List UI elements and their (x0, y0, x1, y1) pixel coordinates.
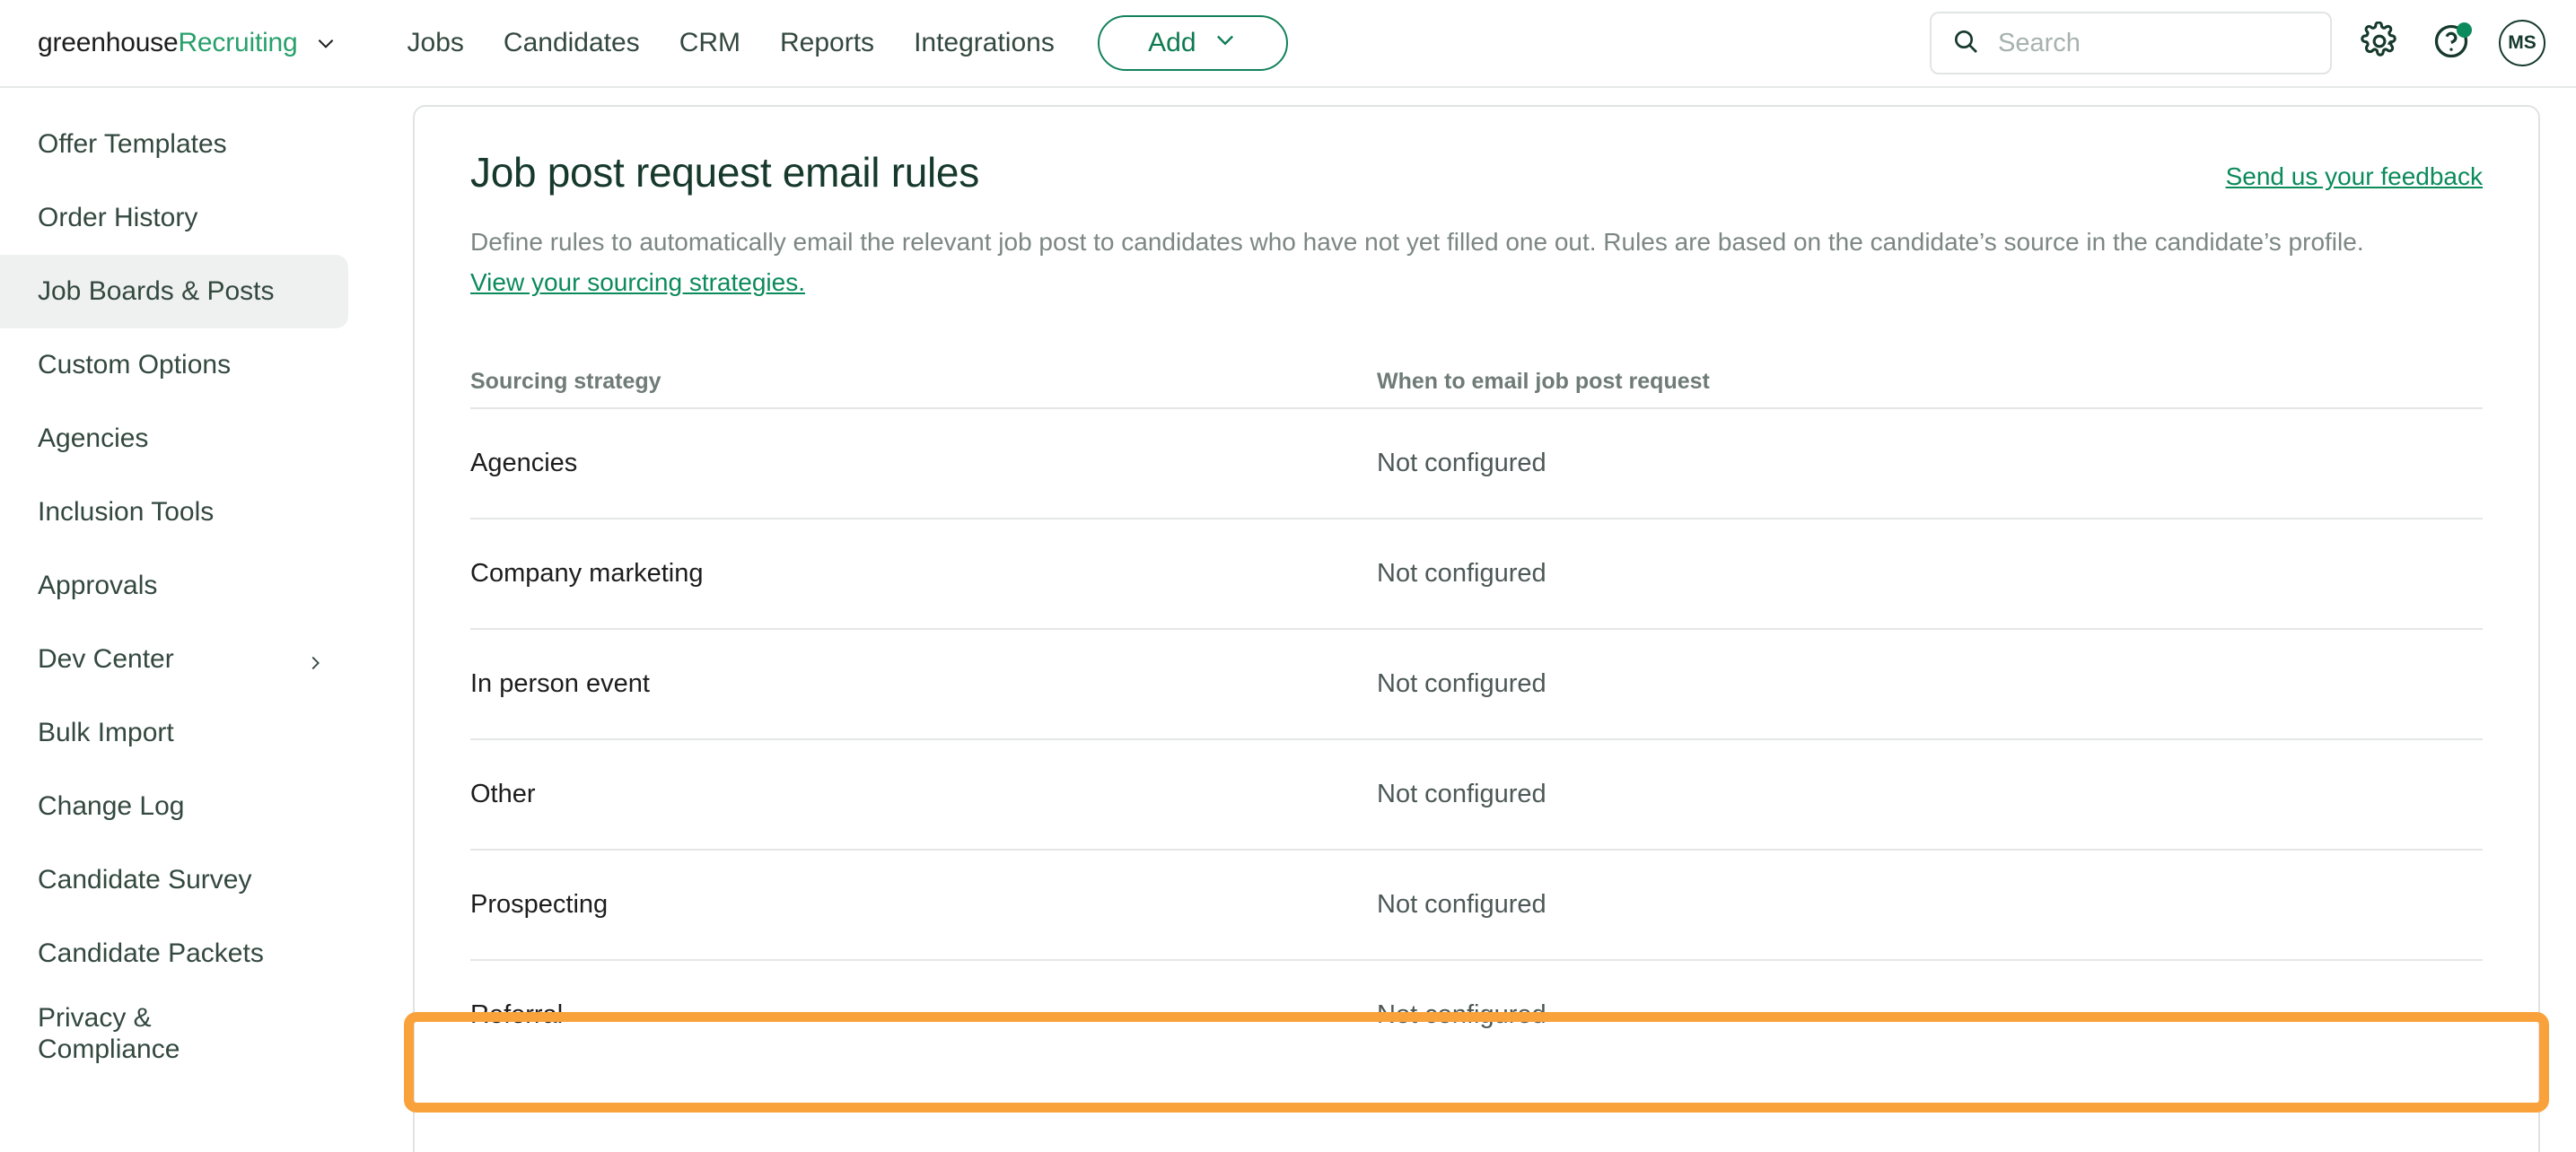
nav-link-crm[interactable]: CRM (679, 28, 740, 58)
view-sourcing-strategies-link[interactable]: View your sourcing strategies. (470, 268, 805, 296)
table-row[interactable]: Agencies Not configured (470, 406, 2483, 518)
cell-sourcing-strategy: Prospecting (470, 889, 609, 919)
sidebar-item-change-log[interactable]: Change Log (0, 770, 348, 843)
top-navigation-bar: greenhouseRecruiting Jobs Candidates CRM… (0, 0, 2576, 88)
cell-sourcing-strategy: Other (470, 779, 536, 808)
sidebar-item-approvals[interactable]: Approvals (0, 549, 348, 623)
notification-dot (2457, 22, 2472, 38)
help-button[interactable] (2427, 19, 2475, 67)
sidebar-item-agencies[interactable]: Agencies (0, 402, 348, 476)
table-row[interactable]: Prospecting Not configured (470, 848, 2483, 959)
sidebar: Offer Templates Order History Job Boards… (0, 88, 395, 1152)
search-icon (1951, 27, 1980, 60)
nav-right-cluster: MS (1930, 0, 2545, 86)
gear-icon (2360, 20, 2399, 65)
search-input[interactable] (1996, 27, 2310, 59)
cell-when-to-email: Not configured (1377, 668, 1546, 698)
chevron-down-icon[interactable] (314, 31, 337, 55)
avatar-initials: MS (2508, 32, 2537, 53)
sidebar-item-bulk-import[interactable]: Bulk Import (0, 696, 348, 770)
table-header-row: Sourcing strategy When to email job post… (470, 357, 2483, 407)
table-row-referral[interactable]: Referral Not configured (470, 958, 2483, 1069)
sidebar-item-label: Approvals (38, 571, 158, 601)
search-box[interactable] (1930, 12, 2332, 74)
sidebar-item-privacy-and-compliance[interactable]: Privacy & Compliance (0, 991, 348, 1077)
sidebar-item-label: Change Log (38, 791, 185, 822)
add-button[interactable]: Add (1097, 15, 1288, 71)
sidebar-item-label: Bulk Import (38, 718, 174, 748)
sidebar-item-label: Candidate Packets (38, 938, 264, 969)
page-description: Define rules to automatically email the … (415, 196, 2538, 303)
cell-when-to-email: Not configured (1377, 999, 1546, 1029)
brand-logo[interactable]: greenhouseRecruiting (38, 28, 337, 58)
page-title: Job post request email rules (470, 149, 979, 196)
page-description-text: Define rules to automatically email the … (470, 228, 2364, 256)
brand-name-primary: greenhouse (38, 28, 179, 57)
nav-link-candidates[interactable]: Candidates (504, 28, 640, 58)
sidebar-item-label: Custom Options (38, 350, 232, 380)
nav-link-integrations[interactable]: Integrations (914, 28, 1055, 58)
primary-nav-links: Jobs Candidates CRM Reports Integrations (407, 28, 1055, 58)
sidebar-item-inclusion-tools[interactable]: Inclusion Tools (0, 476, 348, 549)
email-rules-table: Sourcing strategy When to email job post… (415, 357, 2538, 1069)
sidebar-item-candidate-survey[interactable]: Candidate Survey (0, 843, 348, 917)
sidebar-item-dev-center[interactable]: Dev Center (0, 623, 348, 696)
main-content-card: Job post request email rules Send us you… (413, 105, 2540, 1152)
sidebar-item-label: Agencies (38, 423, 149, 454)
cell-sourcing-strategy: Company marketing (470, 558, 704, 588)
sidebar-item-label: Privacy & Compliance (38, 1002, 180, 1064)
table-row[interactable]: Company marketing Not configured (470, 517, 2483, 628)
cell-sourcing-strategy: Agencies (470, 448, 578, 477)
nav-link-jobs[interactable]: Jobs (407, 28, 464, 58)
brand-wordmark: greenhouseRecruiting (38, 28, 298, 58)
sidebar-item-label: Order History (38, 203, 198, 233)
card-header: Job post request email rules Send us you… (415, 107, 2538, 196)
send-feedback-link[interactable]: Send us your feedback (2226, 162, 2483, 191)
column-header-sourcing-strategy: Sourcing strategy (470, 369, 662, 395)
sidebar-item-candidate-packets[interactable]: Candidate Packets (0, 917, 348, 991)
cell-sourcing-strategy: In person event (470, 668, 650, 698)
sidebar-item-label: Inclusion Tools (38, 497, 215, 528)
cell-when-to-email: Not configured (1377, 448, 1546, 477)
sidebar-item-order-history[interactable]: Order History (0, 181, 348, 255)
sidebar-item-offer-templates[interactable]: Offer Templates (0, 108, 348, 181)
sidebar-item-label: Dev Center (38, 644, 174, 675)
table-row[interactable]: In person event Not configured (470, 627, 2483, 738)
sidebar-item-label: Candidate Survey (38, 865, 252, 895)
column-header-when-to-email: When to email job post request (1377, 369, 1710, 395)
cell-when-to-email: Not configured (1377, 889, 1546, 919)
add-button-label: Add (1148, 28, 1196, 57)
settings-button[interactable] (2355, 19, 2404, 67)
sidebar-item-label: Job Boards & Posts (38, 276, 275, 307)
avatar[interactable]: MS (2499, 20, 2545, 66)
chevron-down-icon (1213, 27, 1238, 59)
nav-link-reports[interactable]: Reports (780, 28, 874, 58)
table-row[interactable]: Other Not configured (470, 737, 2483, 849)
cell-when-to-email: Not configured (1377, 558, 1546, 588)
sidebar-item-job-boards-and-posts[interactable]: Job Boards & Posts (0, 255, 348, 328)
chevron-right-icon (305, 650, 325, 670)
cell-sourcing-strategy: Referral (470, 999, 564, 1029)
brand-name-secondary: Recruiting (178, 28, 298, 57)
sidebar-item-custom-options[interactable]: Custom Options (0, 328, 348, 402)
sidebar-item-label: Offer Templates (38, 129, 227, 160)
cell-when-to-email: Not configured (1377, 779, 1546, 808)
